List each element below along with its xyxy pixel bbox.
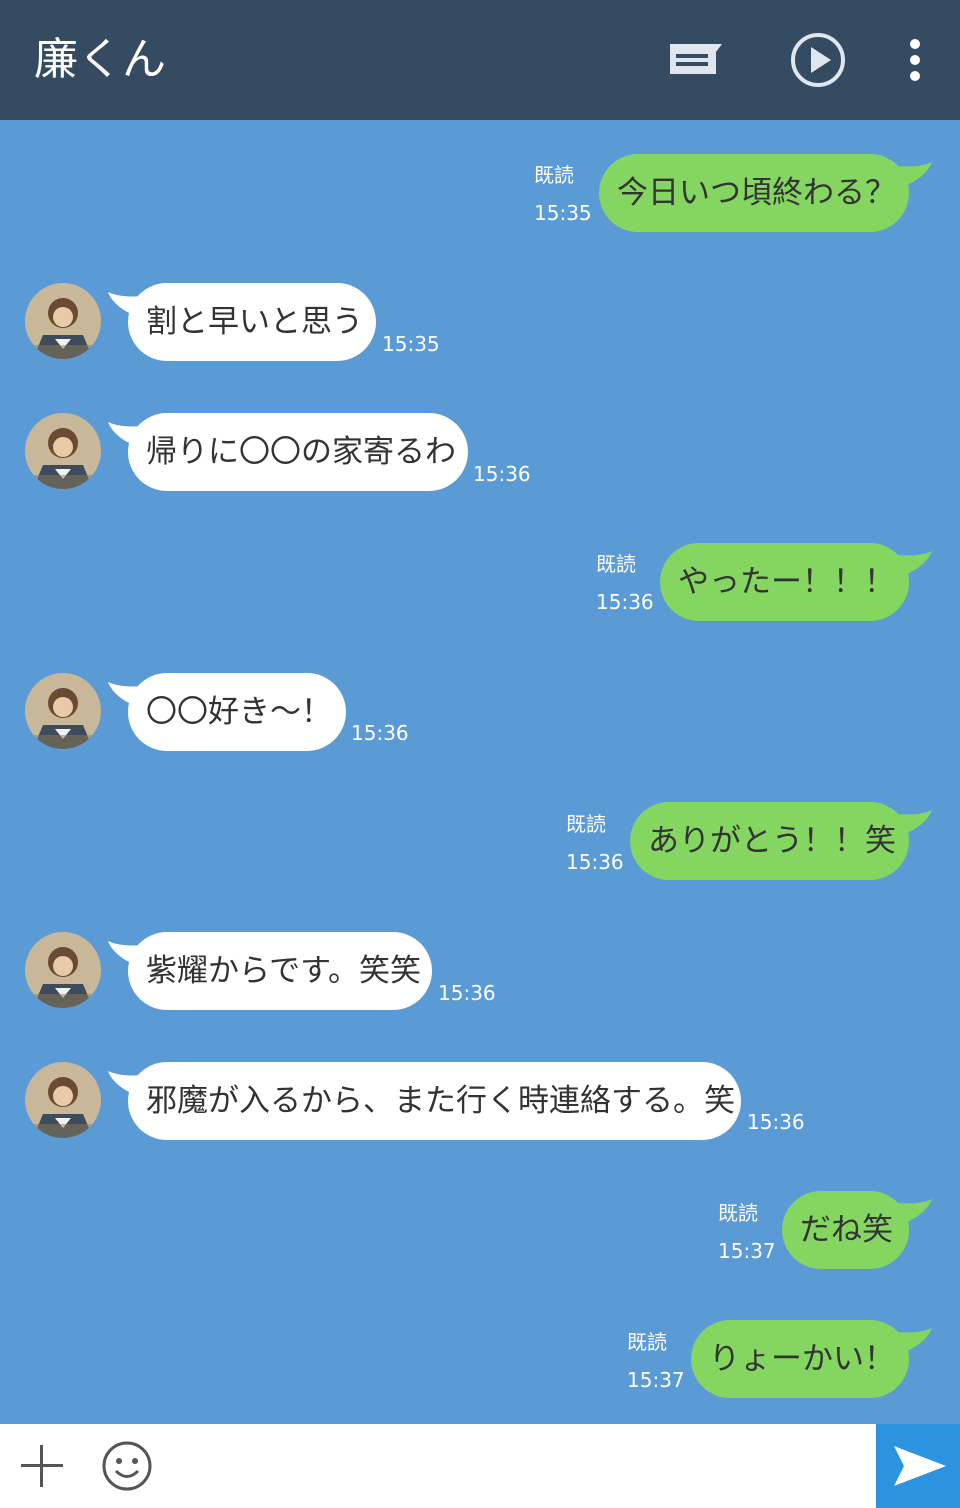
read-receipt: 既読 bbox=[534, 163, 574, 187]
play-icon[interactable] bbox=[788, 30, 848, 90]
bubble-tail bbox=[896, 810, 932, 836]
message-bubble[interactable]: 今日いつ頃終わる？ bbox=[599, 154, 909, 232]
chat-title: 廉くん bbox=[34, 34, 166, 85]
message-bubble[interactable]: 〇〇好き〜！ bbox=[128, 673, 346, 751]
chat-header: 廉くん bbox=[0, 0, 960, 120]
avatar[interactable] bbox=[25, 932, 101, 1008]
read-receipt: 既読 bbox=[718, 1201, 758, 1225]
message-bubble[interactable]: 紫耀からです。笑笑 bbox=[128, 932, 432, 1010]
message-time: 15:36 bbox=[747, 1110, 805, 1134]
bubble-tail bbox=[896, 162, 932, 188]
avatar[interactable] bbox=[25, 283, 101, 359]
bubble-tail bbox=[896, 1199, 932, 1225]
message-time: 15:36 bbox=[566, 850, 624, 874]
message-bubble[interactable]: りょーかい！ bbox=[691, 1320, 909, 1398]
avatar[interactable] bbox=[25, 1062, 101, 1138]
read-receipt: 既読 bbox=[566, 812, 606, 836]
message-bubble[interactable]: だね笑 bbox=[782, 1191, 909, 1269]
more-vertical-icon[interactable] bbox=[885, 30, 945, 90]
message-time: 15:37 bbox=[627, 1368, 685, 1392]
message-time: 15:37 bbox=[718, 1239, 776, 1263]
message-bubble[interactable]: ありがとう！！笑 bbox=[630, 802, 909, 880]
message-input-bar bbox=[0, 1424, 960, 1508]
message-time: 15:36 bbox=[351, 721, 409, 745]
message-time: 15:36 bbox=[473, 462, 531, 486]
note-icon[interactable] bbox=[666, 30, 726, 90]
message-time: 15:35 bbox=[382, 332, 440, 356]
plus-icon[interactable] bbox=[18, 1442, 66, 1490]
emoji-icon[interactable] bbox=[101, 1440, 153, 1492]
message-time: 15:36 bbox=[596, 590, 654, 614]
read-receipt: 既読 bbox=[627, 1330, 667, 1354]
message-bubble[interactable]: やったー！！！ bbox=[660, 543, 909, 621]
message-bubble[interactable]: 割と早いと思う bbox=[128, 283, 376, 361]
message-time: 15:36 bbox=[438, 981, 496, 1005]
bubble-tail bbox=[896, 1328, 932, 1354]
message-bubble[interactable]: 邪魔が入るから、また行く時連絡する。笑 bbox=[128, 1062, 741, 1140]
message-time: 15:35 bbox=[534, 201, 592, 225]
avatar[interactable] bbox=[25, 673, 101, 749]
send-button[interactable] bbox=[876, 1424, 960, 1508]
send-icon bbox=[894, 1446, 946, 1486]
read-receipt: 既読 bbox=[596, 552, 636, 576]
message-list[interactable]: 既読 15:35 今日いつ頃終わる？ 割と早いと思う 15:35 帰りに〇〇の家… bbox=[0, 120, 960, 1424]
message-bubble[interactable]: 帰りに〇〇の家寄るわ bbox=[128, 413, 468, 491]
bubble-tail bbox=[896, 551, 932, 577]
avatar[interactable] bbox=[25, 413, 101, 489]
